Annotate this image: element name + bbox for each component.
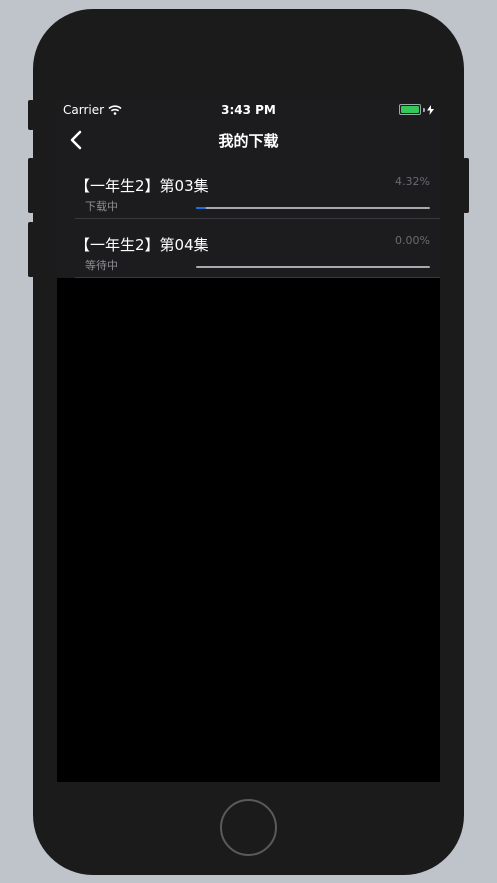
download-title: 【一年生2】第04集	[75, 236, 209, 254]
row-separator	[75, 277, 440, 278]
download-item[interactable]: 【一年生2】第03集 下载中 4.32%	[57, 160, 440, 219]
charging-bolt-icon	[427, 104, 434, 115]
phone-screen: Carrier 3:43 PM 我的下载 【一年生2】第03集 下载中 4.32…	[57, 100, 440, 782]
battery-icon	[399, 104, 421, 115]
download-status: 等待中	[85, 259, 118, 272]
progress-track	[196, 266, 430, 268]
download-percent: 0.00%	[395, 234, 430, 247]
progress-track	[196, 207, 430, 209]
battery-indicator	[399, 104, 434, 115]
navigation-bar: 我的下载	[57, 120, 440, 160]
download-list: 【一年生2】第03集 下载中 4.32% 【一年生2】第04集 等待中 0.00…	[57, 160, 440, 278]
download-percent: 4.32%	[395, 175, 430, 188]
home-button[interactable]	[220, 799, 277, 856]
page-title: 我的下载	[218, 132, 279, 150]
status-time: 3:43 PM	[221, 103, 276, 117]
status-bar: Carrier 3:43 PM	[57, 100, 440, 120]
download-status: 下载中	[85, 200, 118, 213]
download-item[interactable]: 【一年生2】第04集 等待中 0.00%	[57, 219, 440, 278]
download-title: 【一年生2】第03集	[75, 177, 209, 195]
progress-fill	[196, 207, 207, 209]
